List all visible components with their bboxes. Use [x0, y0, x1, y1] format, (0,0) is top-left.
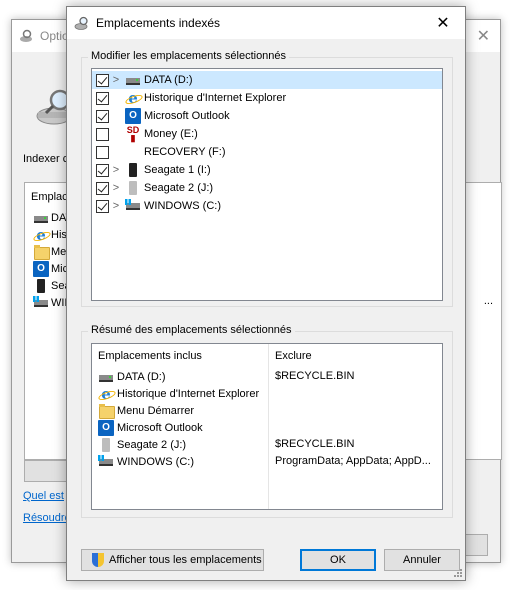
- ok-button[interactable]: OK: [300, 549, 376, 571]
- summary-group: Résumé des emplacements sélectionnés Emp…: [81, 324, 453, 518]
- tree-item-label: Money (E:): [144, 128, 198, 140]
- chevron-right-icon[interactable]: >: [109, 74, 123, 86]
- exclude-value: $RECYCLE.BIN: [275, 438, 355, 450]
- ie-icon: e: [125, 90, 141, 106]
- dialog-titlebar: Emplacements indexés ✕: [67, 7, 465, 39]
- checkbox[interactable]: [96, 73, 109, 87]
- tree-item-label: WINDOWS (C:): [144, 200, 221, 212]
- chevron-right-icon[interactable]: >: [109, 164, 123, 176]
- modify-locations-group: Modifier les emplacements sélectionnés >…: [81, 50, 453, 307]
- list-item: DATA (D:): [96, 368, 165, 385]
- indexed-locations-dialog: Emplacements indexés ✕ Modifier les empl…: [66, 6, 466, 581]
- close-icon[interactable]: ✕: [421, 7, 465, 39]
- external-drive-light-icon: [98, 437, 114, 453]
- chevron-right-icon[interactable]: >: [109, 200, 123, 212]
- modify-group-label: Modifier les emplacements sélectionnés: [88, 50, 290, 62]
- ie-icon: e: [33, 227, 49, 243]
- list-item: Seagate 2 (J:): [96, 436, 186, 453]
- outlook-icon: O: [125, 108, 141, 124]
- checkbox[interactable]: [96, 145, 109, 159]
- external-drive-light-icon: [125, 180, 141, 196]
- exclude-value: $RECYCLE.BIN: [275, 370, 355, 382]
- tree-item-seagate-2[interactable]: > Seagate 2 (J:): [92, 179, 442, 197]
- bg-help-link[interactable]: Quel est: [23, 490, 64, 502]
- bg-troubleshoot-link[interactable]: Résoudre: [23, 512, 71, 524]
- outlook-icon: O: [33, 260, 49, 277]
- column-header-exclude[interactable]: Exclure: [275, 350, 312, 362]
- outlook-icon: O: [98, 419, 114, 436]
- folder-icon: [98, 403, 115, 419]
- indexing-icon: [20, 29, 32, 42]
- tree-item-ie-history[interactable]: e Historique d'Internet Explorer: [92, 89, 442, 107]
- show-all-locations-button[interactable]: Afficher tous les emplacements: [81, 549, 264, 571]
- drive-icon: [125, 72, 141, 88]
- summary-list[interactable]: Emplacements inclus Exclure DATA (D:) $R…: [91, 343, 443, 510]
- windows-drive-icon: [125, 198, 141, 214]
- tree-item-label: RECOVERY (F:): [144, 146, 226, 158]
- list-item: Menu Démarrer: [96, 402, 194, 419]
- show-all-label: Afficher tous les emplacements: [109, 554, 262, 566]
- bg-ellipsis: ...: [483, 295, 493, 307]
- column-header-included[interactable]: Emplacements inclus: [98, 350, 202, 362]
- folder-icon: [33, 244, 50, 260]
- cancel-button[interactable]: Annuler: [384, 549, 460, 571]
- tree-item-outlook[interactable]: O Microsoft Outlook: [92, 107, 442, 125]
- tree-item-label: Seagate 2 (J:): [144, 182, 214, 194]
- bg-index-label: Indexer c: [23, 153, 69, 165]
- bg-close-icon[interactable]: ✕: [477, 26, 490, 46]
- locations-tree[interactable]: > DATA (D:) e Historique d'Internet Expl…: [91, 68, 443, 301]
- checkbox[interactable]: [96, 199, 109, 213]
- windows-drive-icon: [33, 295, 49, 311]
- tree-item-label: Historique d'Internet Explorer: [144, 92, 287, 104]
- external-drive-icon: [125, 162, 141, 178]
- blank-icon: [125, 144, 141, 160]
- tree-item-recovery-f[interactable]: RECOVERY (F:): [92, 143, 442, 161]
- chevron-right-icon[interactable]: >: [109, 182, 123, 194]
- list-item: WINDOWS (C:): [96, 453, 194, 470]
- checkbox[interactable]: [96, 109, 109, 123]
- tree-item-money-e[interactable]: SD ▮ Money (E:): [92, 125, 442, 143]
- tree-item-seagate-1[interactable]: > Seagate 1 (I:): [92, 161, 442, 179]
- bg-window-title: Optio: [40, 29, 69, 43]
- ie-icon: e: [98, 386, 114, 402]
- list-item: e Historique d'Internet Explorer: [96, 385, 259, 402]
- resize-grip-icon[interactable]: [453, 568, 463, 578]
- tree-item-label: DATA (D:): [144, 74, 193, 86]
- summary-group-label: Résumé des emplacements sélectionnés: [88, 324, 295, 336]
- tree-item-data-d[interactable]: > DATA (D:): [92, 71, 442, 89]
- checkbox[interactable]: [96, 91, 109, 105]
- tree-item-label: Microsoft Outlook: [144, 110, 230, 122]
- uac-shield-icon: [90, 552, 106, 568]
- tree-item-windows-c[interactable]: > WINDOWS (C:): [92, 197, 442, 215]
- dialog-title: Emplacements indexés: [96, 16, 221, 30]
- sd-card-icon: SD ▮: [126, 125, 140, 143]
- exclude-value: ProgramData; AppData; AppD...: [275, 455, 431, 467]
- checkbox[interactable]: [96, 127, 109, 141]
- windows-drive-icon: [98, 454, 114, 470]
- drive-icon: [98, 369, 114, 385]
- external-drive-icon: [33, 278, 49, 294]
- indexing-icon: [74, 16, 88, 30]
- list-item: O Microsoft Outlook: [96, 419, 203, 436]
- drive-icon: [33, 210, 49, 226]
- checkbox[interactable]: [96, 163, 109, 177]
- tree-item-label: Seagate 1 (I:): [144, 164, 211, 176]
- column-divider: [268, 344, 269, 509]
- checkbox[interactable]: [96, 181, 109, 195]
